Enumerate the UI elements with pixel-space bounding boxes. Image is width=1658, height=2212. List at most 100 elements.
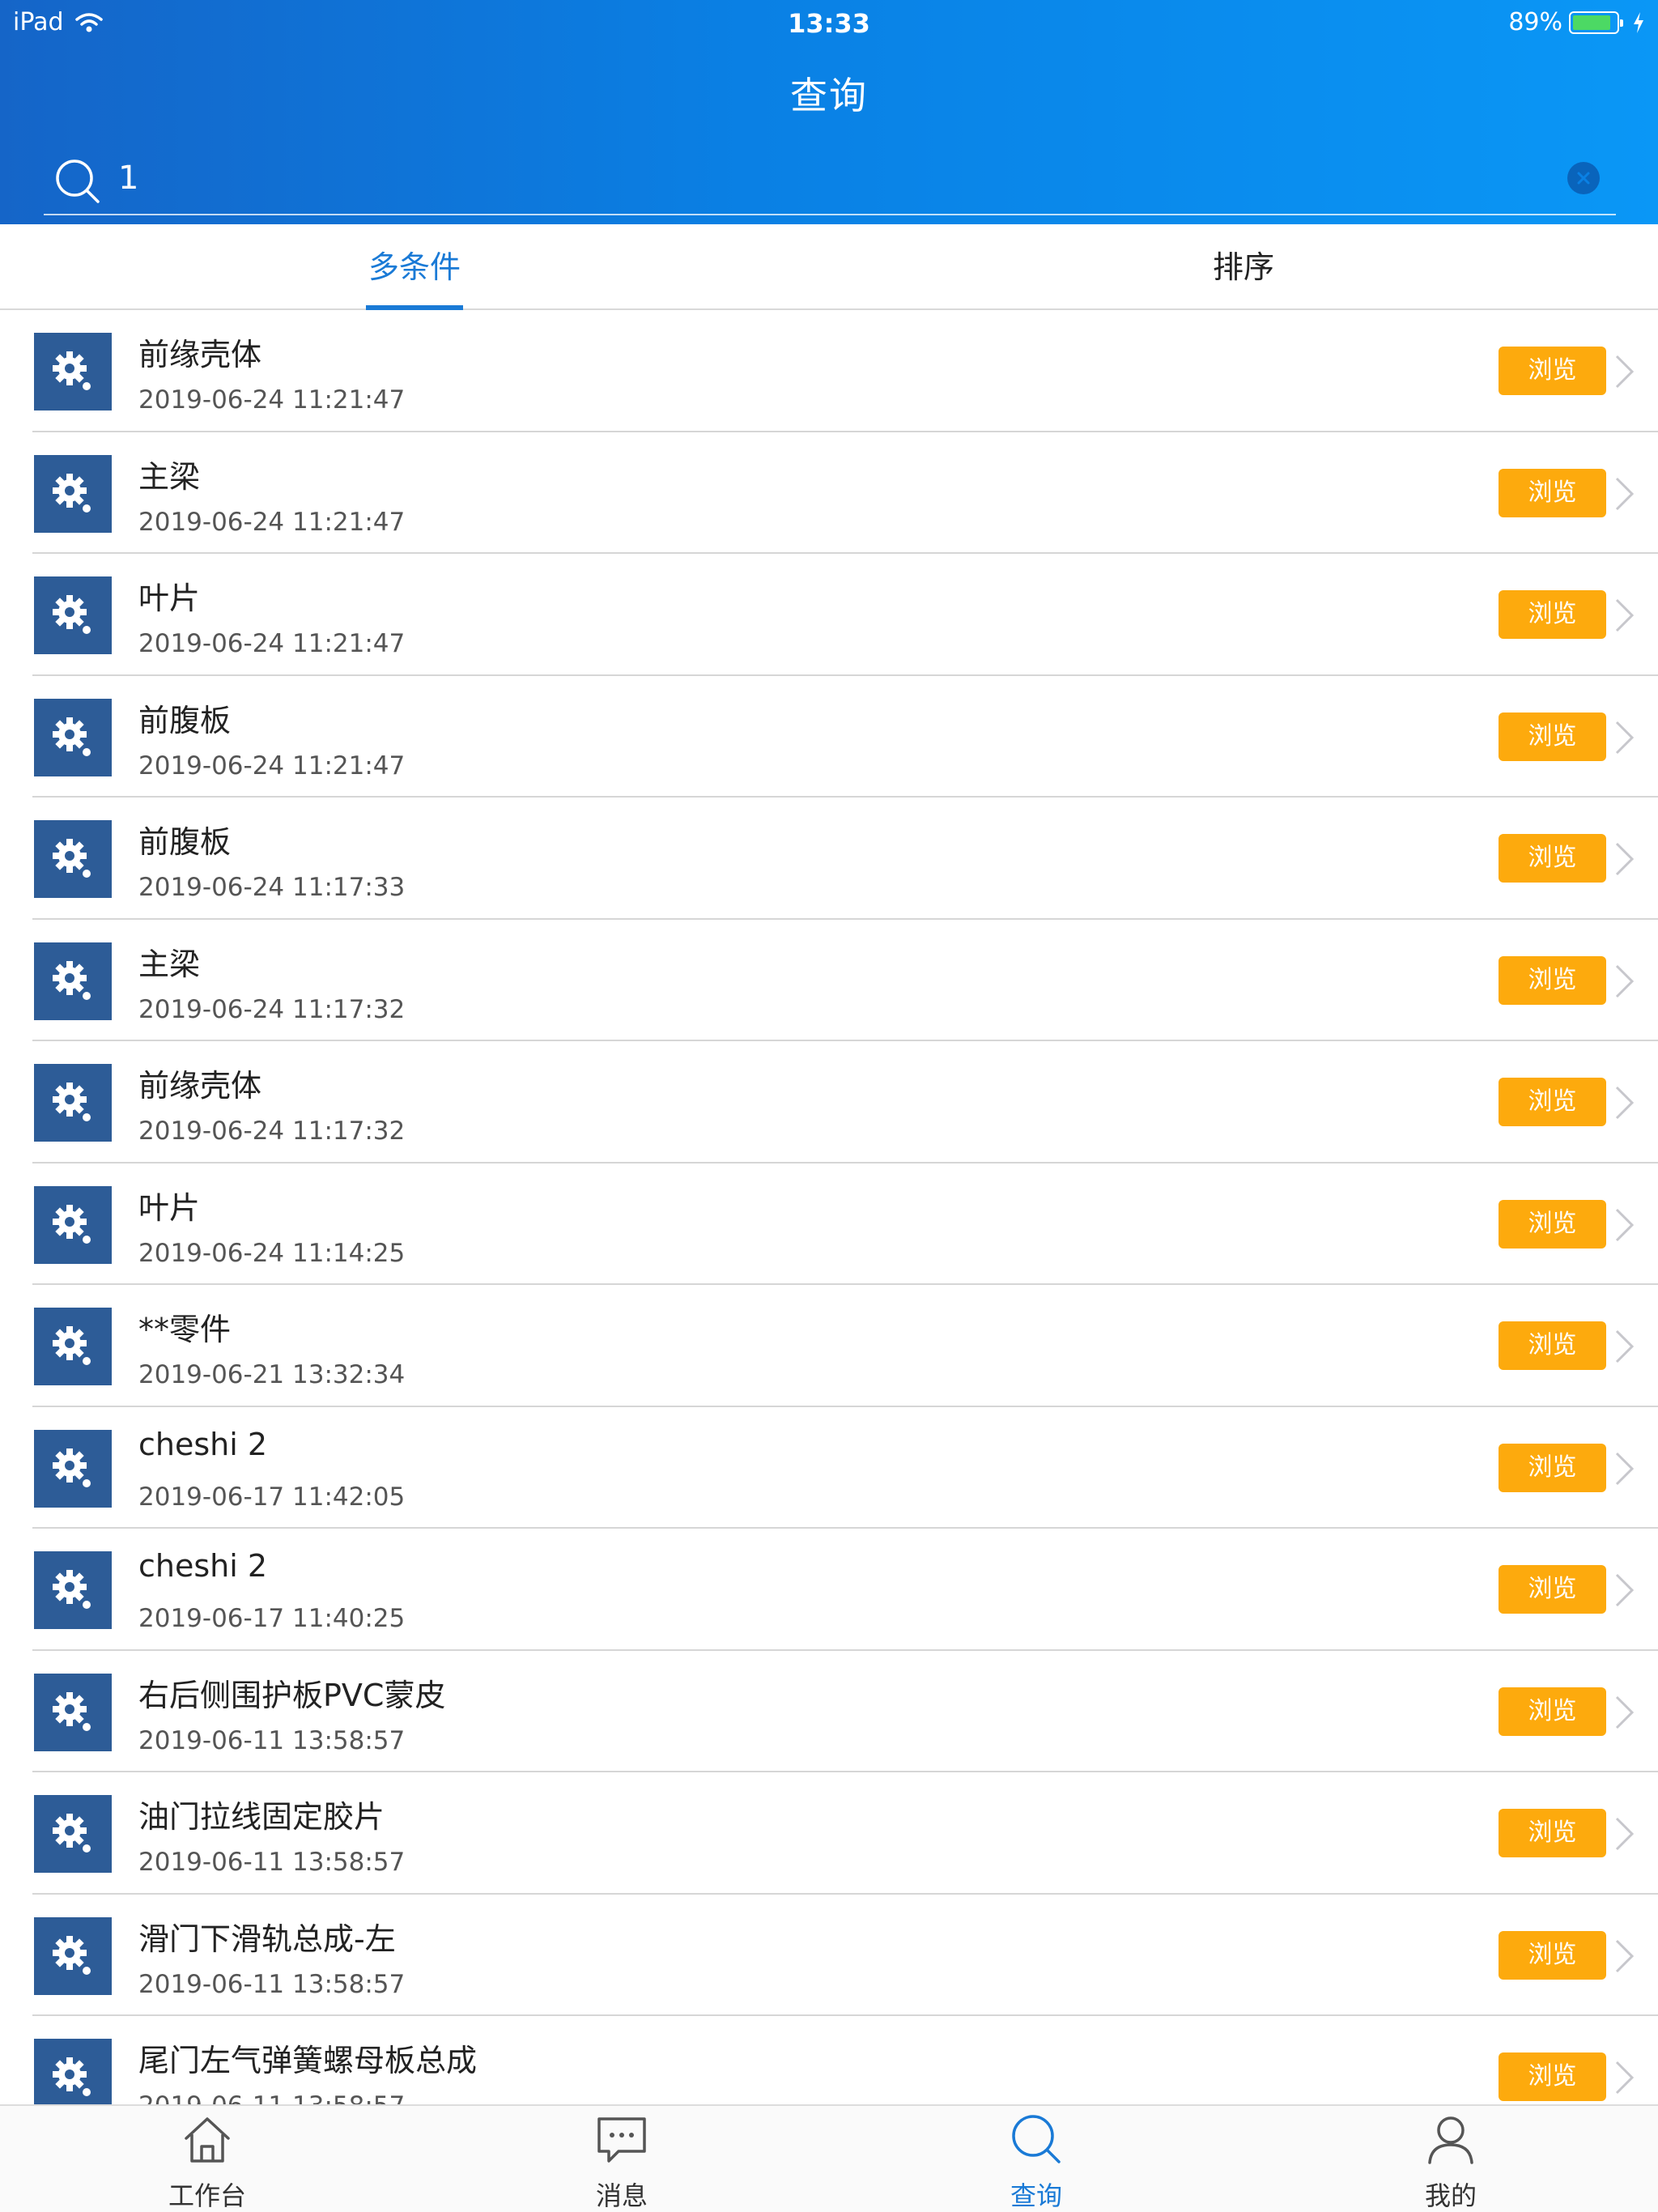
nav-messages[interactable]: 消息 [414, 2106, 829, 2212]
list-item[interactable]: 主梁 2019-06-24 11:21:47 浏览 [0, 432, 1658, 555]
nav-workbench[interactable]: 工作台 [0, 2106, 414, 2212]
clear-search-icon[interactable] [1567, 162, 1600, 194]
browse-button[interactable]: 浏览 [1499, 1321, 1606, 1370]
gear-icon [53, 595, 91, 634]
chevron-right-icon[interactable] [1614, 720, 1635, 755]
item-title: 前缘壳体 [138, 1068, 262, 1104]
filter-tabs: 多条件 排序 [0, 224, 1658, 310]
header: iPad 13:33 89% 查询 [0, 0, 1658, 224]
list-item[interactable]: cheshi 2 2019-06-17 11:42:05 浏览 [0, 1407, 1658, 1529]
chevron-right-icon[interactable] [1614, 598, 1635, 633]
part-thumbnail [34, 698, 112, 776]
item-title: 前腹板 [138, 702, 232, 738]
bottom-tab-bar: 工作台 消息 查询 我的 [0, 2104, 1658, 2212]
item-title: 尾门左气弹簧螺母板总成 [138, 2043, 478, 2078]
message-icon [597, 2117, 646, 2163]
search-icon [1012, 2115, 1061, 2163]
gear-icon [53, 960, 91, 1000]
item-title: 滑门下滑轨总成-左 [138, 1921, 396, 1957]
gear-icon [53, 1570, 91, 1609]
part-thumbnail [34, 333, 112, 410]
list-item[interactable]: **零件 2019-06-21 13:32:34 浏览 [0, 1285, 1658, 1407]
chevron-right-icon[interactable] [1614, 963, 1635, 999]
item-date: 2019-06-11 13:58:57 [138, 2091, 405, 2104]
chevron-right-icon[interactable] [1614, 1451, 1635, 1487]
item-title: 叶片 [138, 581, 201, 616]
browse-button[interactable]: 浏览 [1499, 834, 1606, 883]
list-item[interactable]: 右后侧围护板PVC蒙皮 2019-06-11 13:58:57 浏览 [0, 1651, 1658, 1773]
gear-icon [53, 2057, 91, 2096]
gear-icon [53, 1935, 91, 1975]
chevron-right-icon[interactable] [1614, 1085, 1635, 1121]
item-title: 右后侧围护板PVC蒙皮 [138, 1677, 446, 1713]
browse-button[interactable]: 浏览 [1499, 1687, 1606, 1736]
part-thumbnail [34, 2039, 112, 2104]
charging-bolt-icon [1634, 11, 1643, 33]
item-date: 2019-06-24 11:21:47 [138, 751, 406, 781]
nav-label-messages: 消息 [595, 2180, 648, 2211]
part-thumbnail [34, 1429, 112, 1508]
list-item[interactable]: 前腹板 2019-06-24 11:17:33 浏览 [0, 798, 1658, 920]
browse-button[interactable]: 浏览 [1499, 1565, 1606, 1614]
chevron-right-icon[interactable] [1614, 2060, 1635, 2095]
list-item[interactable]: 叶片 2019-06-24 11:21:47 浏览 [0, 554, 1658, 676]
item-date: 2019-06-24 11:14:25 [138, 1238, 406, 1268]
chevron-right-icon[interactable] [1614, 1572, 1635, 1608]
item-date: 2019-06-21 13:32:34 [138, 1360, 406, 1389]
battery-fill [1573, 15, 1611, 30]
part-thumbnail [34, 1185, 112, 1264]
item-title: 叶片 [138, 1189, 201, 1226]
battery-icon [1569, 11, 1623, 34]
item-date: 2019-06-17 11:40:25 [138, 1604, 406, 1633]
item-date: 2019-06-24 11:21:47 [138, 385, 406, 415]
chevron-right-icon[interactable] [1614, 1816, 1635, 1852]
chevron-right-icon[interactable] [1614, 476, 1635, 512]
gear-icon [53, 351, 91, 390]
part-thumbnail [34, 942, 112, 1020]
list-item[interactable]: cheshi 2 2019-06-17 11:40:25 浏览 [0, 1529, 1658, 1651]
browse-button[interactable]: 浏览 [1499, 347, 1606, 395]
browse-button[interactable]: 浏览 [1499, 468, 1606, 517]
browse-button[interactable]: 浏览 [1499, 1809, 1606, 1857]
part-thumbnail [34, 1308, 112, 1385]
chevron-right-icon[interactable] [1614, 1938, 1635, 1974]
chevron-right-icon[interactable] [1614, 1329, 1635, 1364]
nav-label-mine: 我的 [1424, 2180, 1477, 2211]
list-item[interactable]: 尾门左气弹簧螺母板总成 2019-06-11 13:58:57 浏览 [0, 2016, 1658, 2104]
browse-button[interactable]: 浏览 [1499, 955, 1606, 1005]
list-item[interactable]: 主梁 2019-06-24 11:17:32 浏览 [0, 920, 1658, 1042]
browse-button[interactable]: 浏览 [1499, 712, 1606, 761]
gear-icon [53, 717, 91, 756]
part-thumbnail [34, 820, 112, 898]
browse-button[interactable]: 浏览 [1499, 2052, 1606, 2101]
list-item[interactable]: 前缘壳体 2019-06-24 11:17:32 浏览 [0, 1041, 1658, 1163]
chevron-right-icon[interactable] [1614, 841, 1635, 877]
battery-percent: 89% [1508, 8, 1562, 36]
browse-button[interactable]: 浏览 [1499, 1078, 1606, 1126]
list-item[interactable]: 前腹板 2019-06-24 11:21:47 浏览 [0, 676, 1658, 798]
nav-label-workbench: 工作台 [168, 2180, 246, 2211]
list-item[interactable]: 叶片 2019-06-24 11:14:25 浏览 [0, 1163, 1658, 1286]
part-thumbnail [34, 1673, 112, 1751]
browse-button[interactable]: 浏览 [1499, 1199, 1606, 1249]
list-item[interactable]: 滑门下滑轨总成-左 2019-06-11 13:58:57 浏览 [0, 1895, 1658, 2017]
tab-multi-condition[interactable]: 多条件 [0, 224, 829, 310]
item-title: **零件 [138, 1312, 232, 1347]
search-input[interactable] [118, 152, 1494, 204]
tab-sort[interactable]: 排序 [829, 224, 1658, 310]
chevron-right-icon[interactable] [1614, 354, 1635, 389]
chevron-right-icon[interactable] [1614, 1207, 1635, 1243]
browse-button[interactable]: 浏览 [1499, 1930, 1606, 1980]
nav-search[interactable]: 查询 [829, 2106, 1244, 2212]
part-thumbnail [34, 1916, 112, 1995]
gear-icon [53, 1204, 91, 1244]
list-item[interactable]: 前缘壳体 2019-06-24 11:21:47 浏览 [0, 310, 1658, 432]
gear-icon [53, 1083, 91, 1121]
chevron-right-icon[interactable] [1614, 1695, 1635, 1730]
list-item[interactable]: 油门拉线固定胶片 2019-06-11 13:58:57 浏览 [0, 1772, 1658, 1895]
item-date: 2019-06-11 13:58:57 [138, 1725, 406, 1755]
status-right: 89% [1508, 8, 1645, 36]
browse-button[interactable]: 浏览 [1499, 1443, 1606, 1492]
browse-button[interactable]: 浏览 [1499, 590, 1606, 639]
nav-mine[interactable]: 我的 [1244, 2106, 1658, 2212]
